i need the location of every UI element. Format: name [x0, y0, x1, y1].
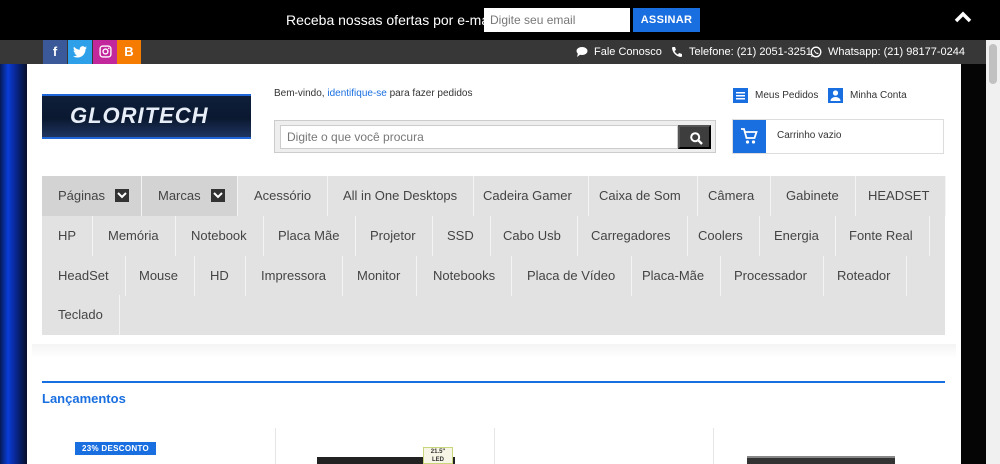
product-separator	[494, 428, 495, 464]
menu-item[interactable]: Notebook	[175, 216, 264, 256]
cart-widget[interactable]: Carrinho vazio	[732, 119, 944, 154]
fale-conosco-label: Fale Conosco	[594, 46, 662, 58]
menu-item[interactable]: Energia	[758, 216, 836, 256]
section-divider	[42, 381, 945, 383]
welcome-suffix: para fazer pedidos	[386, 88, 473, 99]
menu-item[interactable]: HP	[42, 216, 94, 256]
menu-item-label: Páginas	[58, 188, 105, 203]
telefone-info: Telefone: (21) 2051-3251	[671, 46, 812, 58]
menu-item[interactable]: SSD	[431, 216, 491, 256]
chevron-down-icon	[210, 189, 225, 203]
menu-item[interactable]: Roteador	[821, 256, 908, 296]
chevron-down-icon	[114, 189, 129, 203]
my-orders-label: Meus Pedidos	[755, 90, 819, 101]
discount-badge: 23% DESCONTO	[75, 442, 157, 455]
whatsapp-info: Whatsapp: (21) 98177-0244	[810, 46, 965, 58]
menu-item[interactable]: Carregadores	[575, 216, 688, 256]
menu-item[interactable]: Gabinete	[770, 176, 856, 216]
list-icon	[733, 88, 748, 103]
search-icon	[690, 132, 703, 145]
menu-item[interactable]: Projetor	[354, 216, 433, 256]
menu-item[interactable]: Cadeira Gamer	[467, 176, 589, 216]
menu-item[interactable]: All in One Desktops	[327, 176, 475, 216]
product-separator	[275, 428, 276, 464]
menu-item[interactable]: HD	[194, 256, 246, 296]
menu-item[interactable]: Monitor	[341, 256, 418, 296]
subscribe-button[interactable]: ASSINAR	[633, 8, 700, 32]
category-menu: Páginas Marcas Acessório All in One Desk…	[42, 176, 947, 335]
product-separator	[713, 428, 714, 464]
menu-item[interactable]: Processador	[718, 256, 824, 296]
welcome-message: Bem-vindo, identifique-se para fazer ped…	[274, 88, 472, 99]
welcome-prefix: Bem-vindo,	[274, 88, 328, 99]
main-container: GLORITECH Bem-vindo, identifique-se para…	[27, 64, 961, 464]
whatsapp-label: Whatsapp: (21) 98177-0244	[828, 46, 965, 58]
menu-item[interactable]: Fonte Real	[833, 216, 930, 256]
info-bar: f B Fale Conosco Telefone: (21) 2051-325…	[0, 40, 1000, 64]
menu-item[interactable]: Caixa de Som	[583, 176, 698, 216]
cart-status: Carrinho vazio	[777, 130, 842, 141]
scrollbar-thumb[interactable]	[989, 44, 997, 84]
site-logo[interactable]: GLORITECH	[42, 94, 251, 139]
user-icon	[828, 88, 843, 103]
facebook-icon[interactable]: f	[43, 40, 67, 64]
menu-item[interactable]: Cabo Usb	[487, 216, 578, 256]
menu-item-label: Marcas	[158, 188, 201, 203]
menu-item[interactable]: Impressora	[245, 256, 344, 296]
menu-item[interactable]: Câmera	[692, 176, 772, 216]
menu-item[interactable]: HEADSET	[852, 176, 947, 216]
menu-item[interactable]: Memória	[92, 216, 176, 256]
telefone-label: Telefone: (21) 2051-3251	[689, 46, 812, 58]
chat-icon	[576, 47, 588, 57]
newsletter-bar: Receba nossas ofertas por e-mail ASSINAR	[0, 0, 1000, 40]
newsletter-email-input[interactable]	[484, 8, 630, 32]
menu-item[interactable]: Notebooks	[417, 256, 513, 296]
menu-item[interactable]: Coolers	[682, 216, 760, 256]
product-size-tag: 21.5" LED	[423, 447, 453, 464]
search-box	[274, 120, 716, 153]
whatsapp-icon	[810, 46, 822, 58]
menu-marcas-dropdown[interactable]: Marcas	[142, 176, 238, 216]
product-image[interactable]	[747, 456, 895, 464]
phone-icon	[672, 47, 682, 57]
logo-text: GLORITECH	[70, 103, 209, 128]
menu-item[interactable]: Teclado	[42, 295, 120, 335]
search-input[interactable]	[280, 125, 678, 149]
my-account-link[interactable]: Minha Conta	[828, 88, 907, 103]
menu-paginas-dropdown[interactable]: Páginas	[42, 176, 142, 216]
menu-item[interactable]: Placa de Vídeo	[511, 256, 633, 296]
my-orders-link[interactable]: Meus Pedidos	[733, 88, 818, 103]
menu-item[interactable]: Acessório	[238, 176, 329, 216]
chevron-up-icon[interactable]	[952, 6, 974, 28]
cart-icon	[733, 120, 766, 153]
divider	[32, 344, 956, 358]
twitter-icon[interactable]	[68, 40, 92, 64]
my-account-label: Minha Conta	[850, 90, 907, 101]
blogger-icon[interactable]: B	[117, 40, 141, 64]
section-title[interactable]: Lançamentos	[42, 391, 126, 406]
menu-item[interactable]: Placa Mãe	[262, 216, 357, 256]
newsletter-label: Receba nossas ofertas por e-mail	[286, 12, 496, 28]
search-button[interactable]	[678, 125, 711, 149]
menu-item[interactable]: Placa-Mãe	[626, 256, 722, 296]
menu-item[interactable]: Mouse	[123, 256, 196, 296]
login-link[interactable]: identifique-se	[327, 88, 386, 99]
fale-conosco-link[interactable]: Fale Conosco	[576, 46, 662, 58]
menu-item[interactable]: HeadSet	[42, 256, 126, 296]
instagram-icon[interactable]	[93, 40, 117, 64]
scrollbar[interactable]	[986, 40, 1000, 464]
